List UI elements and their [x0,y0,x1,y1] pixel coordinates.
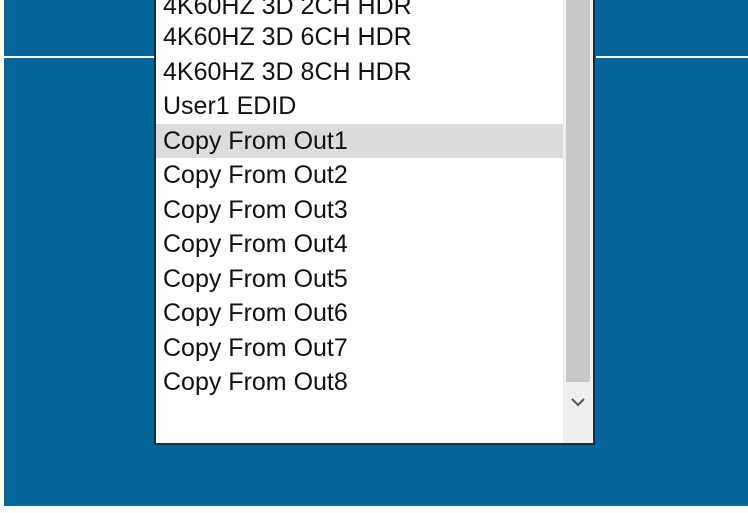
option-4k60hz-3d-8ch-hdr[interactable]: 4K60HZ 3D 8CH HDR [156,55,563,90]
option-copy-from-out4[interactable]: Copy From Out4 [156,227,563,262]
chevron-down-icon [571,398,585,407]
option-copy-from-out3[interactable]: Copy From Out3 [156,193,563,228]
option-list: 4K60HZ 3D 2CH HDR 4K60HZ 3D 6CH HDR 4K60… [156,0,563,400]
scroll-down-button[interactable] [563,390,593,414]
option-copy-from-out8[interactable]: Copy From Out8 [156,365,563,400]
option-copy-from-out5[interactable]: Copy From Out5 [156,262,563,297]
divider-line-left [4,56,156,58]
option-user1-edid[interactable]: User1 EDID [156,89,563,124]
option-copy-from-out1[interactable]: Copy From Out1 [156,123,563,158]
option-copy-from-out7[interactable]: Copy From Out7 [156,331,563,366]
divider-line-right [596,56,748,58]
option-copy-from-out2[interactable]: Copy From Out2 [156,158,563,193]
edid-dropdown-list[interactable]: 4K60HZ 3D 2CH HDR 4K60HZ 3D 6CH HDR 4K60… [154,0,595,445]
option-4k60hz-3d-2ch-hdr[interactable]: 4K60HZ 3D 2CH HDR [156,0,563,20]
scrollbar-thumb[interactable] [566,0,590,382]
option-copy-from-out6[interactable]: Copy From Out6 [156,296,563,331]
edid-settings-screen: 4K60HZ 3D 2CH HDR 4K60HZ 3D 6CH HDR 4K60… [0,0,748,513]
option-4k60hz-3d-6ch-hdr[interactable]: 4K60HZ 3D 6CH HDR [156,20,563,55]
dropdown-scrollbar[interactable] [563,0,593,443]
